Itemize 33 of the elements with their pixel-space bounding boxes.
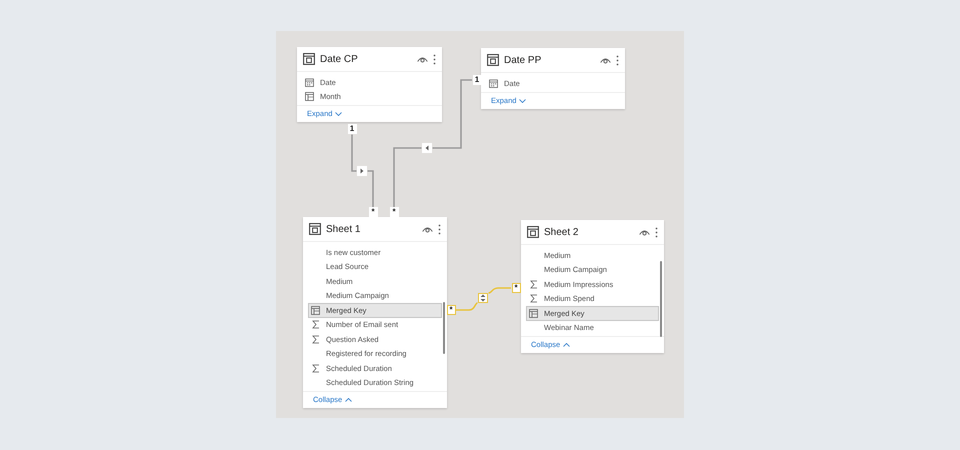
table-title: Date PP	[504, 54, 542, 68]
cardinality-label: *	[512, 283, 520, 293]
more-options-icon[interactable]	[655, 226, 658, 238]
calculated-column-icon	[305, 92, 314, 102]
table-title: Sheet 2	[544, 226, 580, 240]
chevron-down-icon	[335, 112, 342, 116]
calculated-column-icon	[311, 306, 320, 315]
eye-icon[interactable]	[600, 56, 611, 64]
more-options-icon[interactable]	[433, 54, 436, 64]
eye-icon[interactable]	[422, 226, 433, 232]
scrollbar[interactable]	[660, 261, 662, 337]
table-icon	[527, 226, 539, 238]
table-icon	[303, 53, 315, 65]
sigma-icon	[312, 364, 320, 373]
more-options-icon[interactable]	[438, 224, 441, 234]
more-options-icon[interactable]	[616, 54, 619, 66]
table-icon	[487, 54, 499, 66]
table-title: Sheet 1	[326, 222, 362, 236]
cardinality-label: *	[390, 207, 398, 217]
cardinality-label: 1	[348, 124, 356, 134]
table-title: Date CP	[320, 52, 359, 66]
chevron-up-icon	[563, 343, 570, 347]
eye-icon[interactable]	[639, 228, 650, 236]
calculated-column-icon	[529, 308, 538, 318]
scrollbar[interactable]	[443, 302, 445, 354]
chevron-down-icon	[519, 98, 526, 102]
table-icon	[309, 223, 321, 235]
calendar-icon	[305, 78, 314, 87]
cardinality-label: *	[368, 207, 378, 217]
calendar-icon	[489, 78, 498, 88]
chevron-up-icon	[345, 398, 352, 402]
cardinality-label: 1	[472, 75, 482, 85]
eye-icon[interactable]	[417, 56, 428, 62]
